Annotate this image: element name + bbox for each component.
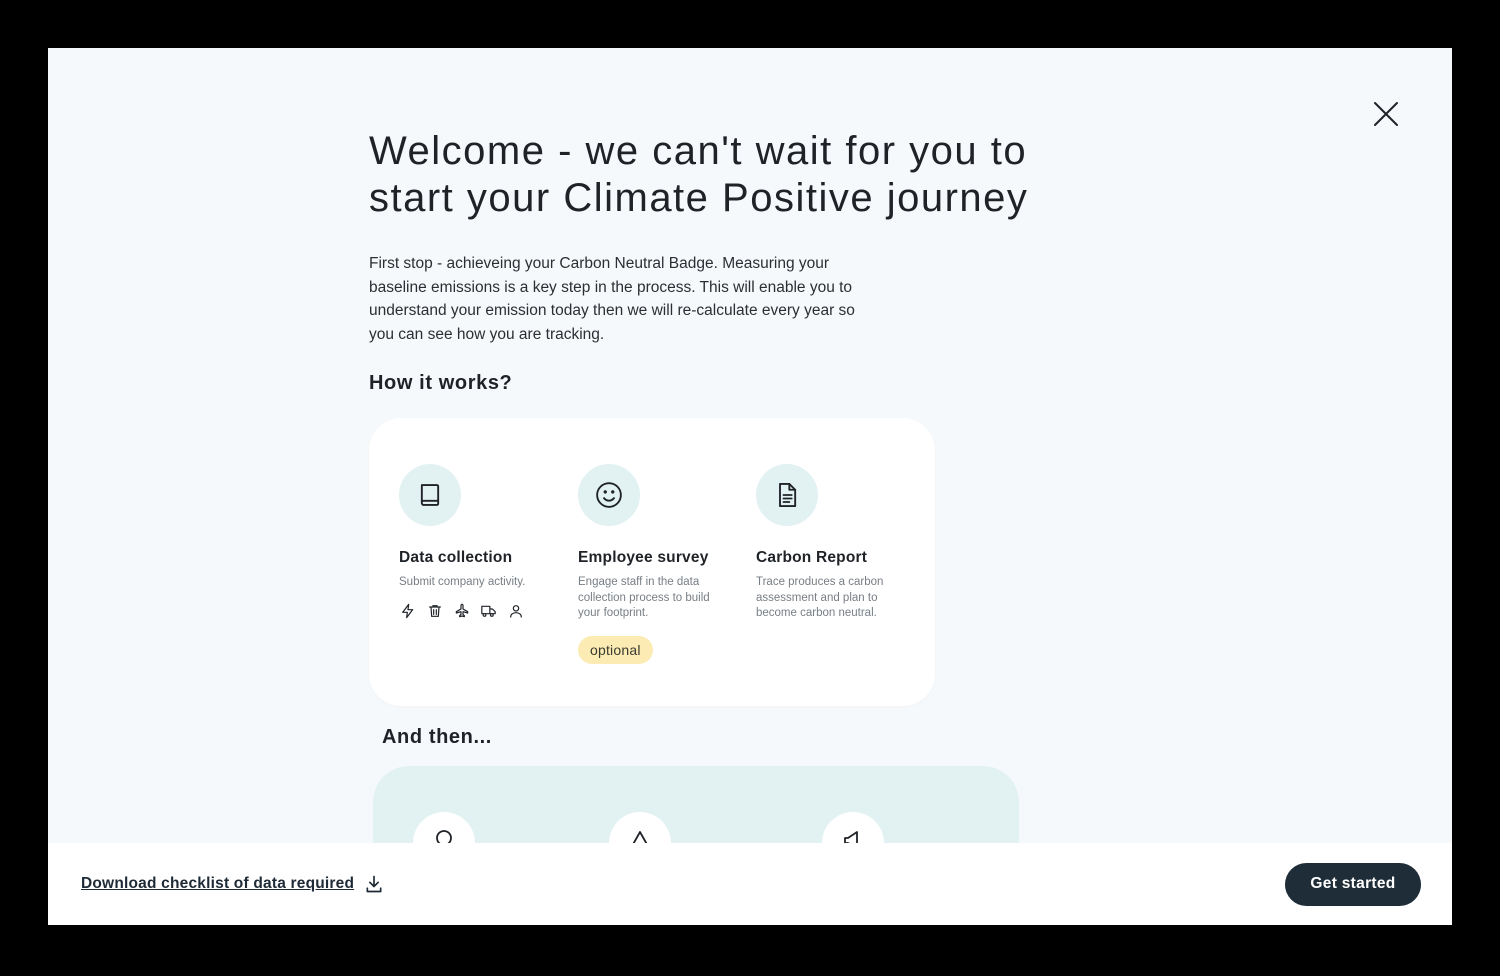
how-it-works-heading: How it works? xyxy=(369,372,513,394)
step-description: Submit company activity. xyxy=(399,576,526,588)
step-employee-survey: Employee survey Engage staff in the data… xyxy=(578,464,728,664)
lightning-icon xyxy=(399,603,416,620)
download-icon xyxy=(366,875,382,893)
modal-title: Welcome - we can't wait for you to start… xyxy=(369,129,1029,220)
activity-icons xyxy=(399,603,549,620)
close-icon xyxy=(1374,102,1398,126)
step-carbon-report: Carbon Report Trace produces a carbon as… xyxy=(756,464,906,622)
document-icon xyxy=(779,482,797,508)
plane-icon xyxy=(453,603,470,620)
download-link-label: Download checklist of data required xyxy=(81,875,355,892)
and-then-heading: And then... xyxy=(382,726,492,748)
get-started-button[interactable]: Get started xyxy=(1285,862,1421,906)
step-title: Employee survey xyxy=(578,549,709,566)
modal-content: Welcome - we can't wait for you to start… xyxy=(369,128,1129,906)
step-title: Carbon Report xyxy=(756,549,868,566)
step-icon-circle xyxy=(756,464,818,526)
download-checklist-link[interactable]: Download checklist of data required xyxy=(81,874,384,894)
steps-card: Data collection Submit company activity. xyxy=(369,418,935,706)
welcome-modal: Welcome - we can't wait for you to start… xyxy=(48,48,1452,925)
optional-badge: optional xyxy=(578,635,653,664)
trash-icon xyxy=(426,603,443,620)
modal-footer: Download checklist of data required Get … xyxy=(48,843,1452,925)
step-title: Data collection xyxy=(399,549,513,566)
person-icon xyxy=(507,603,524,620)
book-icon xyxy=(420,484,440,506)
smile-icon xyxy=(596,482,622,508)
step-description: Engage staff in the data collection proc… xyxy=(578,576,710,619)
step-icon-circle xyxy=(399,464,461,526)
step-data-collection: Data collection Submit company activity. xyxy=(399,464,549,620)
step-description: Trace produces a carbon assessment and p… xyxy=(756,576,884,619)
truck-icon xyxy=(480,603,497,620)
intro-text: First stop - achieveing your Carbon Neut… xyxy=(369,255,855,343)
step-icon-circle xyxy=(578,464,640,526)
close-button[interactable] xyxy=(1370,98,1402,130)
